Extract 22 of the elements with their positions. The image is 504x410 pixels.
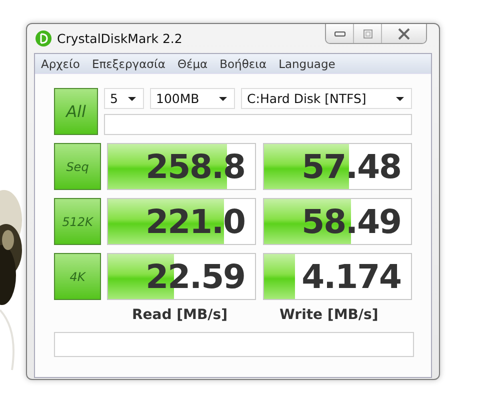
menu-item[interactable]: Θέμα — [177, 56, 208, 70]
minimize-icon — [334, 30, 346, 38]
menu-item[interactable]: Αρχείο — [41, 56, 80, 70]
caret-icon — [219, 96, 227, 100]
caret-icon — [396, 96, 404, 100]
window-title: CrystalDiskMark 2.2 — [57, 31, 182, 46]
menu-item[interactable]: Επεξεργασία — [92, 56, 166, 70]
comment-field[interactable] — [54, 332, 414, 357]
caret-icon — [128, 96, 136, 100]
app-icon — [35, 30, 52, 47]
menu-item[interactable]: Βοήθεια — [220, 56, 267, 70]
close-button[interactable] — [382, 24, 426, 43]
minimize-button[interactable] — [326, 24, 354, 43]
menu-item[interactable]: Language — [278, 56, 336, 70]
count-dropdown[interactable]: 5 — [104, 88, 144, 109]
maximize-icon — [362, 28, 374, 38]
column-heading: Write [MB/s] — [279, 307, 378, 323]
close-icon — [397, 28, 411, 40]
write-value: 4.174 — [302, 257, 401, 296]
size-dropdown[interactable]: 100MB — [150, 88, 235, 109]
column-heading: Read [MB/s] — [132, 307, 228, 323]
drive-dropdown[interactable]: C:Hard Disk [NTFS] — [241, 88, 412, 109]
